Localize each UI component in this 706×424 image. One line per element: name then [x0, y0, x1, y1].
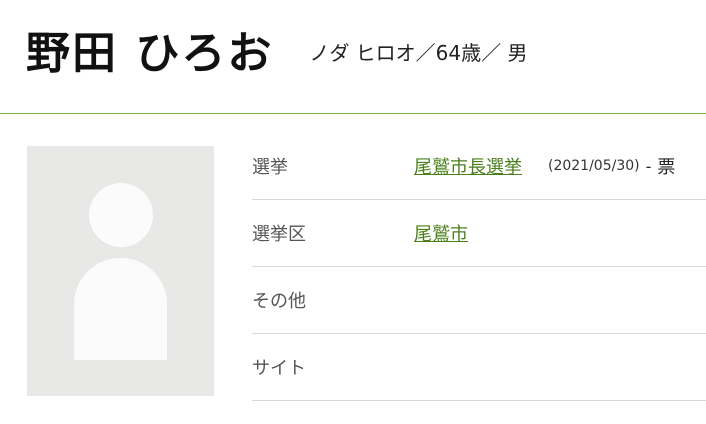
district-label: 選挙区: [252, 224, 306, 245]
avatar-head-shape: [89, 183, 153, 247]
site-label: サイト: [252, 358, 306, 379]
info-row-district: 選挙区 尾鷲市: [252, 200, 706, 267]
votes-dash: -: [645, 156, 652, 176]
header-divider: [0, 113, 706, 114]
district-value: 尾鷲市: [414, 220, 468, 246]
election-date: (2021/05/30): [548, 158, 640, 174]
other-label: その他: [252, 291, 306, 312]
candidate-name: 野田 ひろお: [26, 28, 274, 79]
profile-header: 野田 ひろお ノダ ヒロオ／64歳／ 男: [26, 14, 528, 84]
candidate-info-table: 選挙 尾鷲市長選挙 (2021/05/30) - 票 選挙区 尾鷲市 その他 サ…: [252, 133, 706, 401]
votes-unit: 票: [657, 157, 676, 178]
candidate-photo-placeholder: [27, 146, 214, 396]
info-row-election: 選挙 尾鷲市長選挙 (2021/05/30) - 票: [252, 133, 706, 200]
district-link[interactable]: 尾鷲市: [414, 220, 468, 246]
info-row-other: その他: [252, 267, 706, 334]
avatar-body-shape: [74, 258, 167, 360]
candidate-reading: ノダ ヒロオ／64歳／ 男: [309, 40, 528, 65]
info-row-site: サイト: [252, 334, 706, 401]
election-link[interactable]: 尾鷲市長選挙: [414, 153, 522, 179]
election-label: 選挙: [252, 157, 288, 178]
election-value: 尾鷲市長選挙 (2021/05/30) - 票: [414, 153, 675, 179]
